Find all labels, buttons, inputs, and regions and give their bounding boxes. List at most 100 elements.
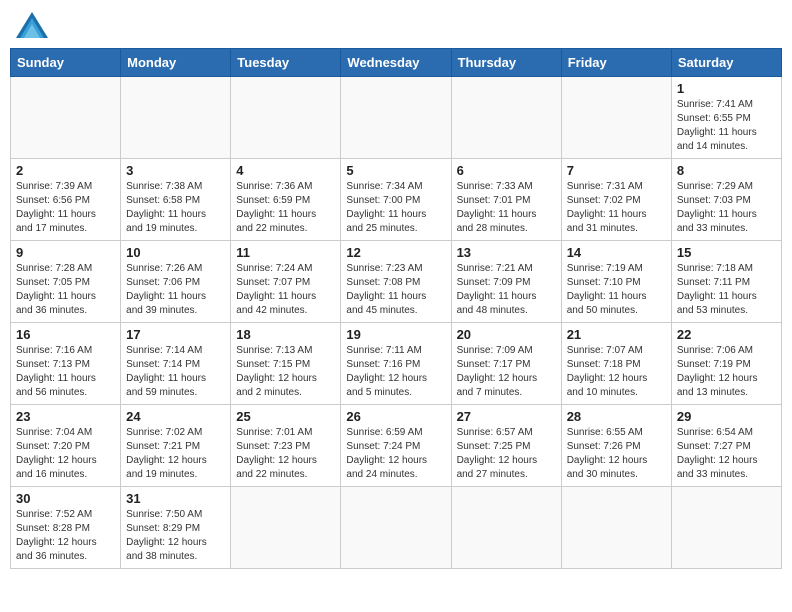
day-info: Sunrise: 7:11 AM Sunset: 7:16 PM Dayligh… xyxy=(346,344,445,400)
calendar-cell: 15 Sunrise: 7:18 AM Sunset: 7:11 PM Dayli… xyxy=(671,241,781,323)
day-info: Sunrise: 7:13 AM Sunset: 7:15 PM Dayligh… xyxy=(236,344,335,400)
day-info: Sunrise: 7:19 AM Sunset: 7:10 PM Dayligh… xyxy=(567,262,666,318)
weekday-header-thursday: Thursday xyxy=(451,49,561,77)
day-number: 22 xyxy=(677,327,776,342)
day-info: Sunrise: 7:38 AM Sunset: 6:58 PM Dayligh… xyxy=(126,180,225,236)
calendar-cell: 11 Sunrise: 7:24 AM Sunset: 7:07 PM Dayli… xyxy=(231,241,341,323)
calendar-cell: 26 Sunrise: 6:59 AM Sunset: 7:24 PM Dayli… xyxy=(341,405,451,487)
calendar-cell xyxy=(561,487,671,569)
calendar-cell: 1Sunrise: 7:41 AM Sunset: 6:55 PM Daylig… xyxy=(671,77,781,159)
day-info: Sunrise: 7:36 AM Sunset: 6:59 PM Dayligh… xyxy=(236,180,335,236)
calendar-cell: 3Sunrise: 7:38 AM Sunset: 6:58 PM Daylig… xyxy=(121,159,231,241)
day-number: 27 xyxy=(457,409,556,424)
day-number: 4 xyxy=(236,163,335,178)
day-info: Sunrise: 7:14 AM Sunset: 7:14 PM Dayligh… xyxy=(126,344,225,400)
day-number: 25 xyxy=(236,409,335,424)
day-info: Sunrise: 7:07 AM Sunset: 7:18 PM Dayligh… xyxy=(567,344,666,400)
day-info: Sunrise: 7:06 AM Sunset: 7:19 PM Dayligh… xyxy=(677,344,776,400)
calendar-cell: 29 Sunrise: 6:54 AM Sunset: 7:27 PM Dayli… xyxy=(671,405,781,487)
weekday-header-row: SundayMondayTuesdayWednesdayThursdayFrid… xyxy=(11,49,782,77)
day-info: Sunrise: 6:55 AM Sunset: 7:26 PM Dayligh… xyxy=(567,426,666,482)
calendar-cell: 8Sunrise: 7:29 AM Sunset: 7:03 PM Daylig… xyxy=(671,159,781,241)
day-info: Sunrise: 7:39 AM Sunset: 6:56 PM Dayligh… xyxy=(16,180,115,236)
day-info: Sunrise: 7:34 AM Sunset: 7:00 PM Dayligh… xyxy=(346,180,445,236)
day-info: Sunrise: 7:21 AM Sunset: 7:09 PM Dayligh… xyxy=(457,262,556,318)
day-number: 23 xyxy=(16,409,115,424)
calendar-cell: 27 Sunrise: 6:57 AM Sunset: 7:25 PM Dayli… xyxy=(451,405,561,487)
calendar-cell: 31 Sunrise: 7:50 AM Sunset: 8:29 PM Dayli… xyxy=(121,487,231,569)
day-info: Sunrise: 6:57 AM Sunset: 7:25 PM Dayligh… xyxy=(457,426,556,482)
calendar-cell: 22 Sunrise: 7:06 AM Sunset: 7:19 PM Dayli… xyxy=(671,323,781,405)
day-number: 20 xyxy=(457,327,556,342)
calendar-cell: 28 Sunrise: 6:55 AM Sunset: 7:26 PM Dayli… xyxy=(561,405,671,487)
day-info: Sunrise: 7:02 AM Sunset: 7:21 PM Dayligh… xyxy=(126,426,225,482)
day-number: 7 xyxy=(567,163,666,178)
calendar-cell xyxy=(341,487,451,569)
calendar-cell: 6 Sunrise: 7:33 AM Sunset: 7:01 PM Daylig… xyxy=(451,159,561,241)
day-number: 28 xyxy=(567,409,666,424)
day-number: 6 xyxy=(457,163,556,178)
day-number: 24 xyxy=(126,409,225,424)
calendar-cell xyxy=(11,77,121,159)
day-info: Sunrise: 6:54 AM Sunset: 7:27 PM Dayligh… xyxy=(677,426,776,482)
day-number: 2 xyxy=(16,163,115,178)
calendar-cell: 17Sunrise: 7:14 AM Sunset: 7:14 PM Dayli… xyxy=(121,323,231,405)
calendar-cell: 14 Sunrise: 7:19 AM Sunset: 7:10 PM Dayli… xyxy=(561,241,671,323)
day-info: Sunrise: 7:26 AM Sunset: 7:06 PM Dayligh… xyxy=(126,262,225,318)
day-info: Sunrise: 7:24 AM Sunset: 7:07 PM Dayligh… xyxy=(236,262,335,318)
day-number: 9 xyxy=(16,245,115,260)
day-number: 21 xyxy=(567,327,666,342)
day-info: Sunrise: 7:50 AM Sunset: 8:29 PM Dayligh… xyxy=(126,508,225,564)
calendar: SundayMondayTuesdayWednesdayThursdayFrid… xyxy=(10,48,782,569)
day-info: Sunrise: 7:16 AM Sunset: 7:13 PM Dayligh… xyxy=(16,344,115,400)
day-info: Sunrise: 7:31 AM Sunset: 7:02 PM Dayligh… xyxy=(567,180,666,236)
calendar-cell: 10 Sunrise: 7:26 AM Sunset: 7:06 PM Dayli… xyxy=(121,241,231,323)
calendar-cell xyxy=(451,487,561,569)
calendar-cell: 5Sunrise: 7:34 AM Sunset: 7:00 PM Daylig… xyxy=(341,159,451,241)
day-number: 29 xyxy=(677,409,776,424)
week-row-6: 30Sunrise: 7:52 AM Sunset: 8:28 PM Dayli… xyxy=(11,487,782,569)
day-number: 31 xyxy=(126,491,225,506)
calendar-cell xyxy=(451,77,561,159)
calendar-cell xyxy=(671,487,781,569)
weekday-header-friday: Friday xyxy=(561,49,671,77)
day-info: Sunrise: 7:09 AM Sunset: 7:17 PM Dayligh… xyxy=(457,344,556,400)
calendar-cell: 12Sunrise: 7:23 AM Sunset: 7:08 PM Dayli… xyxy=(341,241,451,323)
day-number: 13 xyxy=(457,245,556,260)
day-info: Sunrise: 7:18 AM Sunset: 7:11 PM Dayligh… xyxy=(677,262,776,318)
calendar-cell: 30Sunrise: 7:52 AM Sunset: 8:28 PM Dayli… xyxy=(11,487,121,569)
day-info: Sunrise: 6:59 AM Sunset: 7:24 PM Dayligh… xyxy=(346,426,445,482)
calendar-cell xyxy=(231,77,341,159)
logo-icon xyxy=(14,10,50,40)
calendar-cell: 20 Sunrise: 7:09 AM Sunset: 7:17 PM Dayli… xyxy=(451,323,561,405)
day-number: 15 xyxy=(677,245,776,260)
day-info: Sunrise: 7:04 AM Sunset: 7:20 PM Dayligh… xyxy=(16,426,115,482)
day-number: 26 xyxy=(346,409,445,424)
calendar-cell: 24 Sunrise: 7:02 AM Sunset: 7:21 PM Dayli… xyxy=(121,405,231,487)
calendar-cell: 25 Sunrise: 7:01 AM Sunset: 7:23 PM Dayli… xyxy=(231,405,341,487)
day-number: 11 xyxy=(236,245,335,260)
day-number: 8 xyxy=(677,163,776,178)
week-row-3: 9 Sunrise: 7:28 AM Sunset: 7:05 PM Daylig… xyxy=(11,241,782,323)
page-header xyxy=(10,10,782,40)
day-info: Sunrise: 7:28 AM Sunset: 7:05 PM Dayligh… xyxy=(16,262,115,318)
calendar-cell: 23 Sunrise: 7:04 AM Sunset: 7:20 PM Dayli… xyxy=(11,405,121,487)
day-info: Sunrise: 7:33 AM Sunset: 7:01 PM Dayligh… xyxy=(457,180,556,236)
week-row-4: 16 Sunrise: 7:16 AM Sunset: 7:13 PM Dayli… xyxy=(11,323,782,405)
day-info: Sunrise: 7:52 AM Sunset: 8:28 PM Dayligh… xyxy=(16,508,115,564)
week-row-2: 2 Sunrise: 7:39 AM Sunset: 6:56 PM Daylig… xyxy=(11,159,782,241)
logo xyxy=(14,10,54,40)
day-info: Sunrise: 7:01 AM Sunset: 7:23 PM Dayligh… xyxy=(236,426,335,482)
day-number: 16 xyxy=(16,327,115,342)
calendar-cell xyxy=(121,77,231,159)
day-number: 18 xyxy=(236,327,335,342)
day-number: 19 xyxy=(346,327,445,342)
weekday-header-monday: Monday xyxy=(121,49,231,77)
calendar-cell xyxy=(231,487,341,569)
calendar-cell: 18 Sunrise: 7:13 AM Sunset: 7:15 PM Dayli… xyxy=(231,323,341,405)
calendar-cell: 2 Sunrise: 7:39 AM Sunset: 6:56 PM Daylig… xyxy=(11,159,121,241)
week-row-1: 1Sunrise: 7:41 AM Sunset: 6:55 PM Daylig… xyxy=(11,77,782,159)
day-number: 14 xyxy=(567,245,666,260)
day-number: 1 xyxy=(677,81,776,96)
day-number: 10 xyxy=(126,245,225,260)
